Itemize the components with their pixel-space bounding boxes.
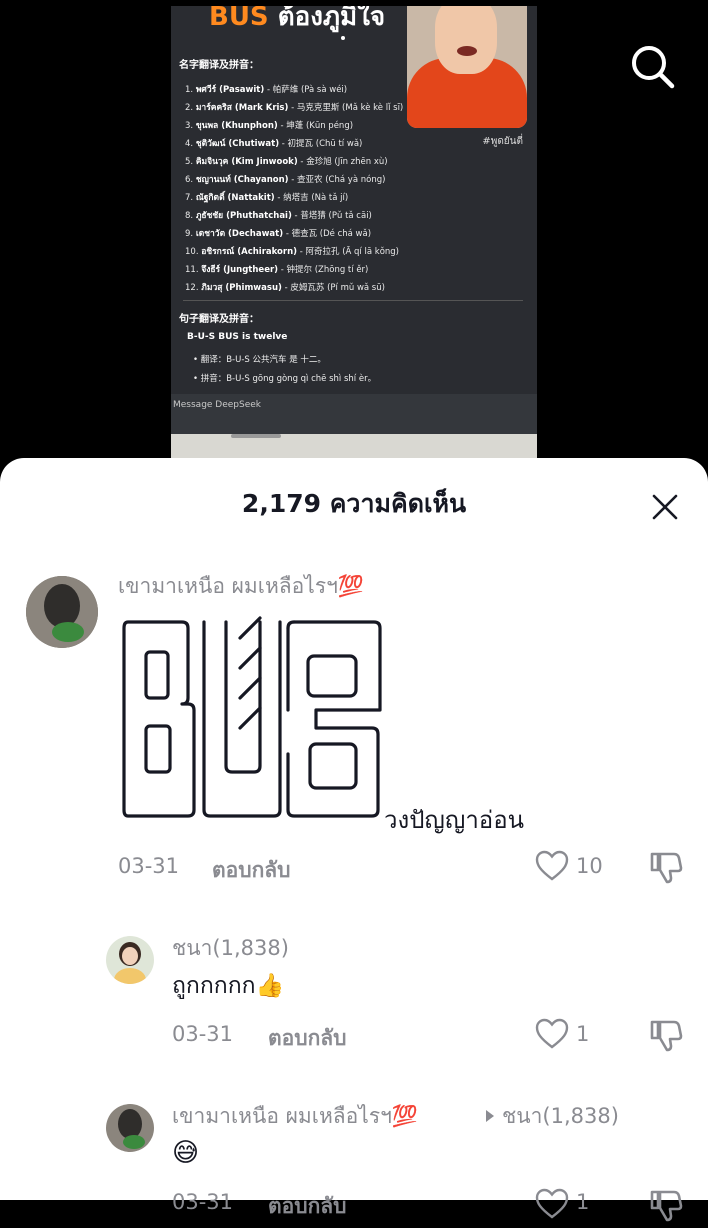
- message-placeholder: Message DeepSeek: [173, 400, 262, 410]
- like-count: 10: [576, 854, 603, 878]
- name-thai: จึงธีร์ (Jungtheer): [201, 265, 279, 275]
- video-frame: BUS ต้องภูมิใจ #พูดยันตี่ 名字翻译及拼音： 1. พศ…: [171, 6, 537, 458]
- name-thai: ณัฐกิตติ์ (Nattakit): [195, 193, 275, 203]
- bottom-strip: [171, 434, 537, 458]
- reply-to-username[interactable]: ชนา(1,838): [502, 1100, 619, 1133]
- avatar[interactable]: [106, 1104, 154, 1152]
- sentence-text: B-U-S BUS is twelve: [187, 332, 288, 342]
- name-translation: - 皮姆瓦苏 (Pí mǔ wǎ sū): [281, 283, 385, 293]
- video-title: BUS ต้องภูมิใจ: [209, 6, 385, 37]
- comment-date: 03-31: [172, 1190, 234, 1214]
- name-list-item: 2. มาร์คคริส (Mark Kris) - 马克克里斯 (Mǎ kè …: [185, 99, 403, 117]
- name-number: 5.: [185, 157, 194, 167]
- name-number: 1.: [185, 85, 194, 95]
- comment-username[interactable]: ชนา(1,838): [172, 932, 289, 965]
- name-translation: - 阿奇拉孔 (Ā qí lā kǒng): [297, 247, 399, 257]
- name-thai: ขุนพล (Khunphon): [195, 121, 278, 131]
- name-translation: - 初提瓦 (Chū tí wǎ): [279, 139, 363, 149]
- name-number: 3.: [185, 121, 194, 131]
- comment-date: 03-31: [172, 1022, 234, 1046]
- divider: [183, 300, 523, 301]
- comment-username[interactable]: เขามาเหนือ ผมเหลือไรฯ💯: [118, 570, 364, 603]
- art-caption: วงปัญญาอ่อน: [384, 806, 525, 834]
- ascii-bus-art: วงปัญญาอ่อน: [118, 612, 558, 834]
- comments-count-title: 2,179 ความคิดเห็น: [241, 489, 467, 518]
- name-thai: คิมจินวุค (Kim Jinwook): [195, 157, 298, 167]
- name-list-item: 5. คิมจินวุค (Kim Jinwook) - 金珍旭 (Jīn zh…: [185, 153, 403, 171]
- creator-face-overlay: [407, 6, 527, 128]
- name-thai: เดชาวัต (Dechawat): [195, 229, 284, 239]
- heart-icon[interactable]: [534, 1186, 570, 1222]
- name-number: 10.: [185, 247, 199, 257]
- name-translation: - 德查瓦 (Dé chá wǎ): [283, 229, 372, 239]
- name-number: 9.: [185, 229, 194, 239]
- avatar[interactable]: [106, 936, 154, 984]
- like-count: 1: [576, 1190, 590, 1214]
- comment-text: ถูกกกกก👍: [172, 973, 285, 999]
- name-list-item: 3. ขุนพล (Khunphon) - 坤蓬 (Kūn péng): [185, 117, 403, 135]
- name-list-item: 6. ชญานนท์ (Chayanon) - 查亚农 (Chá yà nóng…: [185, 171, 403, 189]
- video-title-latin: BUS: [209, 6, 269, 32]
- name-number: 2.: [185, 103, 194, 113]
- heart-icon[interactable]: [534, 848, 570, 884]
- name-translation: - 纳塔吉 (Nà tǎ jí): [274, 193, 349, 203]
- names-list: 1. พศวีร์ (Pasawit) - 帕萨维 (Pà sà wéi) 2. …: [185, 81, 403, 297]
- reply-button[interactable]: ตอบกลับ: [268, 1022, 347, 1055]
- video-title-thai: ต้องภูมิใจ: [277, 6, 386, 32]
- name-thai: ชญานนท์ (Chayanon): [195, 175, 289, 185]
- name-list-item: 10. อชิรกรณ์ (Achirakorn) - 阿奇拉孔 (Ā qí l…: [185, 243, 403, 261]
- name-translation: - 金珍旭 (Jīn zhēn xù): [297, 157, 388, 167]
- name-translation: - 坤蓬 (Kūn péng): [277, 121, 354, 131]
- reply-button[interactable]: ตอบกลับ: [268, 1190, 347, 1223]
- name-translation: - 查亚农 (Chá yà nóng): [288, 175, 386, 185]
- reply-button[interactable]: ตอบกลับ: [212, 854, 291, 887]
- reply-arrow-icon: [484, 1108, 496, 1122]
- name-list-item: 8. ภูธัชชัย (Phuthatchai) - 普塔猜 (Pǔ tǎ c…: [185, 207, 403, 225]
- name-list-item: 11. จึงธีร์ (Jungtheer) - 钟提尔 (Zhōng tí …: [185, 261, 403, 279]
- names-section-heading: 名字翻译及拼音：: [179, 60, 259, 71]
- translation-bullet: • 翻译：B-U-S 公共汽车 是 十二。: [193, 355, 326, 365]
- name-number: 7.: [185, 193, 194, 203]
- name-thai: มาร์คคริส (Mark Kris): [195, 103, 289, 113]
- cursor-dot: [341, 36, 345, 40]
- search-icon[interactable]: [628, 42, 678, 92]
- name-list-item: 9. เดชาวัต (Dechawat) - 德查瓦 (Dé chá wǎ): [185, 225, 403, 243]
- name-thai: ภูธัชชัย (Phuthatchai): [195, 211, 292, 221]
- name-number: 11.: [185, 265, 199, 275]
- name-thai: อชิรกรณ์ (Achirakorn): [201, 247, 298, 257]
- video-player[interactable]: BUS ต้องภูมิใจ #พูดยันตี่ 名字翻译及拼音： 1. พศ…: [0, 0, 708, 480]
- name-thai: ชุติวัฒน์ (Chutiwat): [195, 139, 280, 149]
- name-list-item: 1. พศวีร์ (Pasawit) - 帕萨维 (Pà sà wéi): [185, 81, 403, 99]
- comment-date: 03-31: [118, 854, 180, 878]
- name-number: 12.: [185, 283, 199, 293]
- heart-icon[interactable]: [534, 1016, 570, 1052]
- avatar[interactable]: [26, 576, 98, 648]
- name-translation: - 马克克里斯 (Mǎ kè kè lǐ sī): [288, 103, 404, 113]
- name-thai: ภิมวสุ (Phimwasu): [201, 283, 282, 293]
- message-bar: Message DeepSeek: [171, 394, 537, 434]
- sentence-section-heading: 句子翻译及拼音：: [179, 314, 259, 325]
- like-count: 1: [576, 1022, 590, 1046]
- name-translation: - 帕萨维 (Pà sà wéi): [264, 85, 348, 95]
- name-list-item: 4. ชุติวัฒน์ (Chutiwat) - 初提瓦 (Chū tí wǎ…: [185, 135, 403, 153]
- name-number: 4.: [185, 139, 194, 149]
- name-number: 8.: [185, 211, 194, 221]
- name-translation: - 钟提尔 (Zhōng tí ěr): [278, 265, 369, 275]
- pinyin-bullet: • 拼音：B-U-S gōng gòng qì chē shì shí èr。: [193, 374, 377, 384]
- video-hashtag: #พูดยันตี่: [482, 136, 523, 147]
- name-translation: - 普塔猜 (Pǔ tǎ cāi): [291, 211, 372, 221]
- comment-username[interactable]: เขามาเหนือ ผมเหลือไรฯ💯: [172, 1100, 418, 1133]
- dislike-icon[interactable]: [646, 1016, 684, 1054]
- name-list-item: 12. ภิมวสุ (Phimwasu) - 皮姆瓦苏 (Pí mǔ wǎ s…: [185, 279, 403, 297]
- name-thai: พศวีร์ (Pasawit): [195, 85, 265, 95]
- dislike-icon[interactable]: [646, 848, 684, 886]
- name-list-item: 7. ณัฐกิตติ์ (Nattakit) - 纳塔吉 (Nà tǎ jí): [185, 189, 403, 207]
- name-number: 6.: [185, 175, 194, 185]
- comments-sheet: 2,179 ความคิดเห็น เขามาเหนือ ผมเหลือไรฯ💯: [0, 458, 708, 1222]
- comment-text: 😅: [172, 1138, 200, 1168]
- close-icon[interactable]: [646, 488, 684, 526]
- dislike-icon[interactable]: [646, 1186, 684, 1224]
